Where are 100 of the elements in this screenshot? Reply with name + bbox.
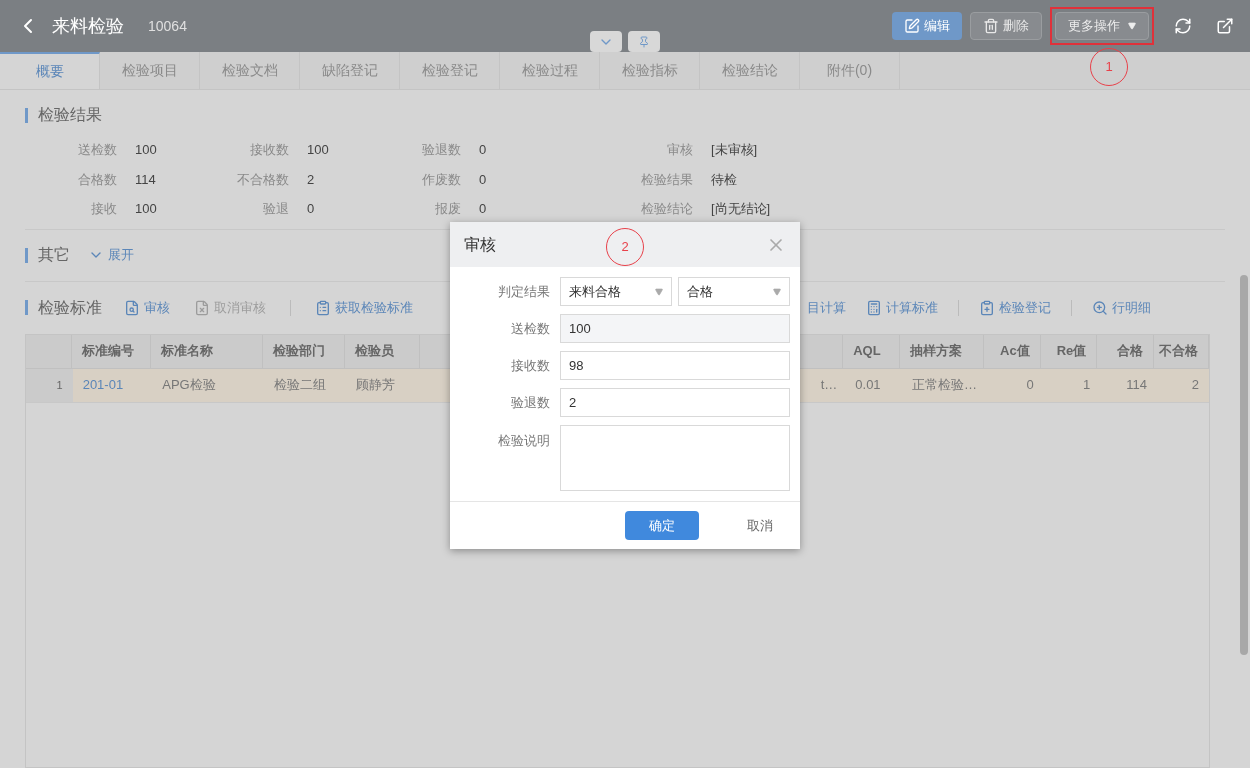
input-field[interactable]: 98 bbox=[560, 351, 790, 380]
column-header: 不合格 bbox=[1154, 334, 1209, 368]
caret-icon bbox=[773, 287, 781, 296]
form-label: 判定结果 bbox=[497, 282, 550, 301]
document-cancel-icon bbox=[194, 299, 210, 316]
tab[interactable]: 检验项目 bbox=[100, 52, 200, 89]
input-field[interactable]: 100 bbox=[560, 314, 790, 343]
form-label: 接收数 bbox=[510, 356, 550, 375]
field-label: 接收 bbox=[90, 200, 117, 218]
column-header: Ac值 bbox=[983, 334, 1041, 368]
dialog-title: 审核 bbox=[464, 234, 496, 255]
toolbar-button[interactable]: 检验登记 bbox=[979, 297, 1051, 318]
toolbar-button[interactable]: 行明细 bbox=[1092, 297, 1151, 318]
section-title: 检验标准 bbox=[38, 297, 102, 318]
field-label: 作废数 bbox=[421, 170, 461, 189]
form-label: 送检数 bbox=[510, 319, 550, 338]
tab[interactable]: 附件(0) bbox=[800, 52, 900, 89]
tab[interactable]: 检验指标 bbox=[600, 52, 700, 89]
field-value: 0 bbox=[478, 200, 488, 218]
row-number: 1 bbox=[26, 368, 73, 402]
tab[interactable]: 缺陷登记 bbox=[300, 52, 400, 89]
column-header: AQL bbox=[843, 334, 900, 368]
clipboard-icon bbox=[315, 299, 331, 316]
column-header: 检验员 bbox=[345, 334, 421, 368]
more-actions-button[interactable]: 更多操作 bbox=[1055, 12, 1149, 40]
caret-icon bbox=[655, 287, 663, 296]
clipboard-plus-icon bbox=[979, 299, 995, 316]
expand-toggle[interactable]: 展开 bbox=[88, 245, 134, 265]
tab[interactable]: 检验文档 bbox=[200, 52, 300, 89]
field-label: 报废 bbox=[434, 200, 461, 218]
textarea-field[interactable] bbox=[560, 425, 790, 491]
field-label: 验退数 bbox=[421, 141, 461, 159]
column-header: Re值 bbox=[1040, 334, 1098, 368]
tab[interactable]: 检验登记 bbox=[400, 52, 500, 89]
toolbar-button[interactable]: 计算标准 bbox=[866, 297, 938, 318]
field-value: 100 bbox=[134, 200, 158, 218]
table-cell-text: 顾静芳 bbox=[355, 376, 397, 395]
field-value: [尚无结论] bbox=[710, 200, 772, 218]
calculator-icon bbox=[866, 299, 882, 316]
field-value: 100 bbox=[306, 141, 330, 159]
toolbar-button[interactable]: 目计算 bbox=[807, 297, 846, 318]
field-label: 检验结果 bbox=[640, 170, 693, 189]
table-cell-text: APG检验 bbox=[161, 376, 217, 395]
column-header: 检验部门 bbox=[263, 334, 346, 368]
toolbar-button[interactable]: 审核 bbox=[124, 297, 170, 318]
edit-icon bbox=[904, 18, 920, 34]
table-cell-text: 0.01 bbox=[854, 376, 882, 395]
field-value: 待检 bbox=[710, 170, 738, 189]
section-title: 检验结果 bbox=[38, 105, 102, 125]
scrollbar[interactable] bbox=[1240, 275, 1248, 655]
confirm-button[interactable]: 确定 bbox=[625, 511, 699, 540]
edit-button[interactable]: 编辑 bbox=[892, 12, 962, 40]
tab[interactable]: 概要 bbox=[0, 52, 100, 89]
column-header: 标准编号 bbox=[71, 334, 152, 368]
toolbar-button[interactable]: 获取检验标准 bbox=[315, 297, 413, 318]
zoom-in-icon bbox=[1092, 299, 1108, 316]
table-cell-text: 114 bbox=[1125, 376, 1148, 395]
table-cell-text: 正常检验… bbox=[910, 376, 978, 395]
section-title: 其它 bbox=[38, 245, 70, 265]
field-label: 不合格数 bbox=[236, 170, 289, 189]
field-value: 2 bbox=[306, 170, 316, 189]
document-search-icon bbox=[124, 299, 140, 316]
field-label: 审核 bbox=[666, 141, 693, 159]
field-value: [未审核] bbox=[710, 141, 759, 159]
tab[interactable]: 检验过程 bbox=[500, 52, 600, 89]
table-cell-text: 2 bbox=[1190, 376, 1200, 395]
form-label: 验退数 bbox=[510, 393, 550, 412]
record-number: 10064 bbox=[148, 16, 187, 36]
field-label: 检验结论 bbox=[640, 200, 693, 218]
table-cell-text: t… bbox=[820, 376, 838, 395]
page-title: 来料检验 bbox=[52, 14, 124, 38]
field-label: 验退 bbox=[262, 200, 289, 218]
column-header: 合格 bbox=[1097, 334, 1154, 368]
table-cell-text: 检验二组 bbox=[272, 376, 327, 395]
field-value: 0 bbox=[306, 200, 316, 218]
pin-icon bbox=[638, 35, 650, 48]
pin-button[interactable] bbox=[628, 31, 660, 52]
field-value: 0 bbox=[478, 170, 488, 189]
table-cell-text: 1 bbox=[1082, 376, 1092, 395]
delete-button[interactable]: 删除 bbox=[970, 12, 1042, 40]
select-field[interactable]: 来料合格 bbox=[560, 277, 672, 306]
open-external-icon[interactable] bbox=[1216, 17, 1234, 35]
field-value: 100 bbox=[134, 141, 158, 159]
field-label: 送检数 bbox=[77, 141, 117, 159]
field-label: 接收数 bbox=[249, 141, 289, 159]
collapse-button[interactable] bbox=[590, 31, 622, 52]
field-label: 合格数 bbox=[77, 170, 117, 189]
trash-icon bbox=[983, 18, 999, 34]
tab[interactable]: 检验结论 bbox=[700, 52, 800, 89]
column-header: 抽样方案 bbox=[899, 334, 984, 368]
select-field[interactable]: 合格 bbox=[678, 277, 790, 306]
cancel-button[interactable]: 取消 bbox=[723, 511, 797, 540]
table-cell[interactable]: 201-01 bbox=[72, 368, 153, 402]
column-header: 标准名称 bbox=[151, 334, 263, 368]
field-value: 114 bbox=[134, 170, 157, 189]
refresh-icon[interactable] bbox=[1174, 17, 1192, 35]
form-label: 检验说明 bbox=[497, 432, 550, 450]
caret-icon bbox=[1128, 22, 1136, 30]
input-field[interactable]: 2 bbox=[560, 388, 790, 417]
field-value: 0 bbox=[478, 141, 488, 159]
